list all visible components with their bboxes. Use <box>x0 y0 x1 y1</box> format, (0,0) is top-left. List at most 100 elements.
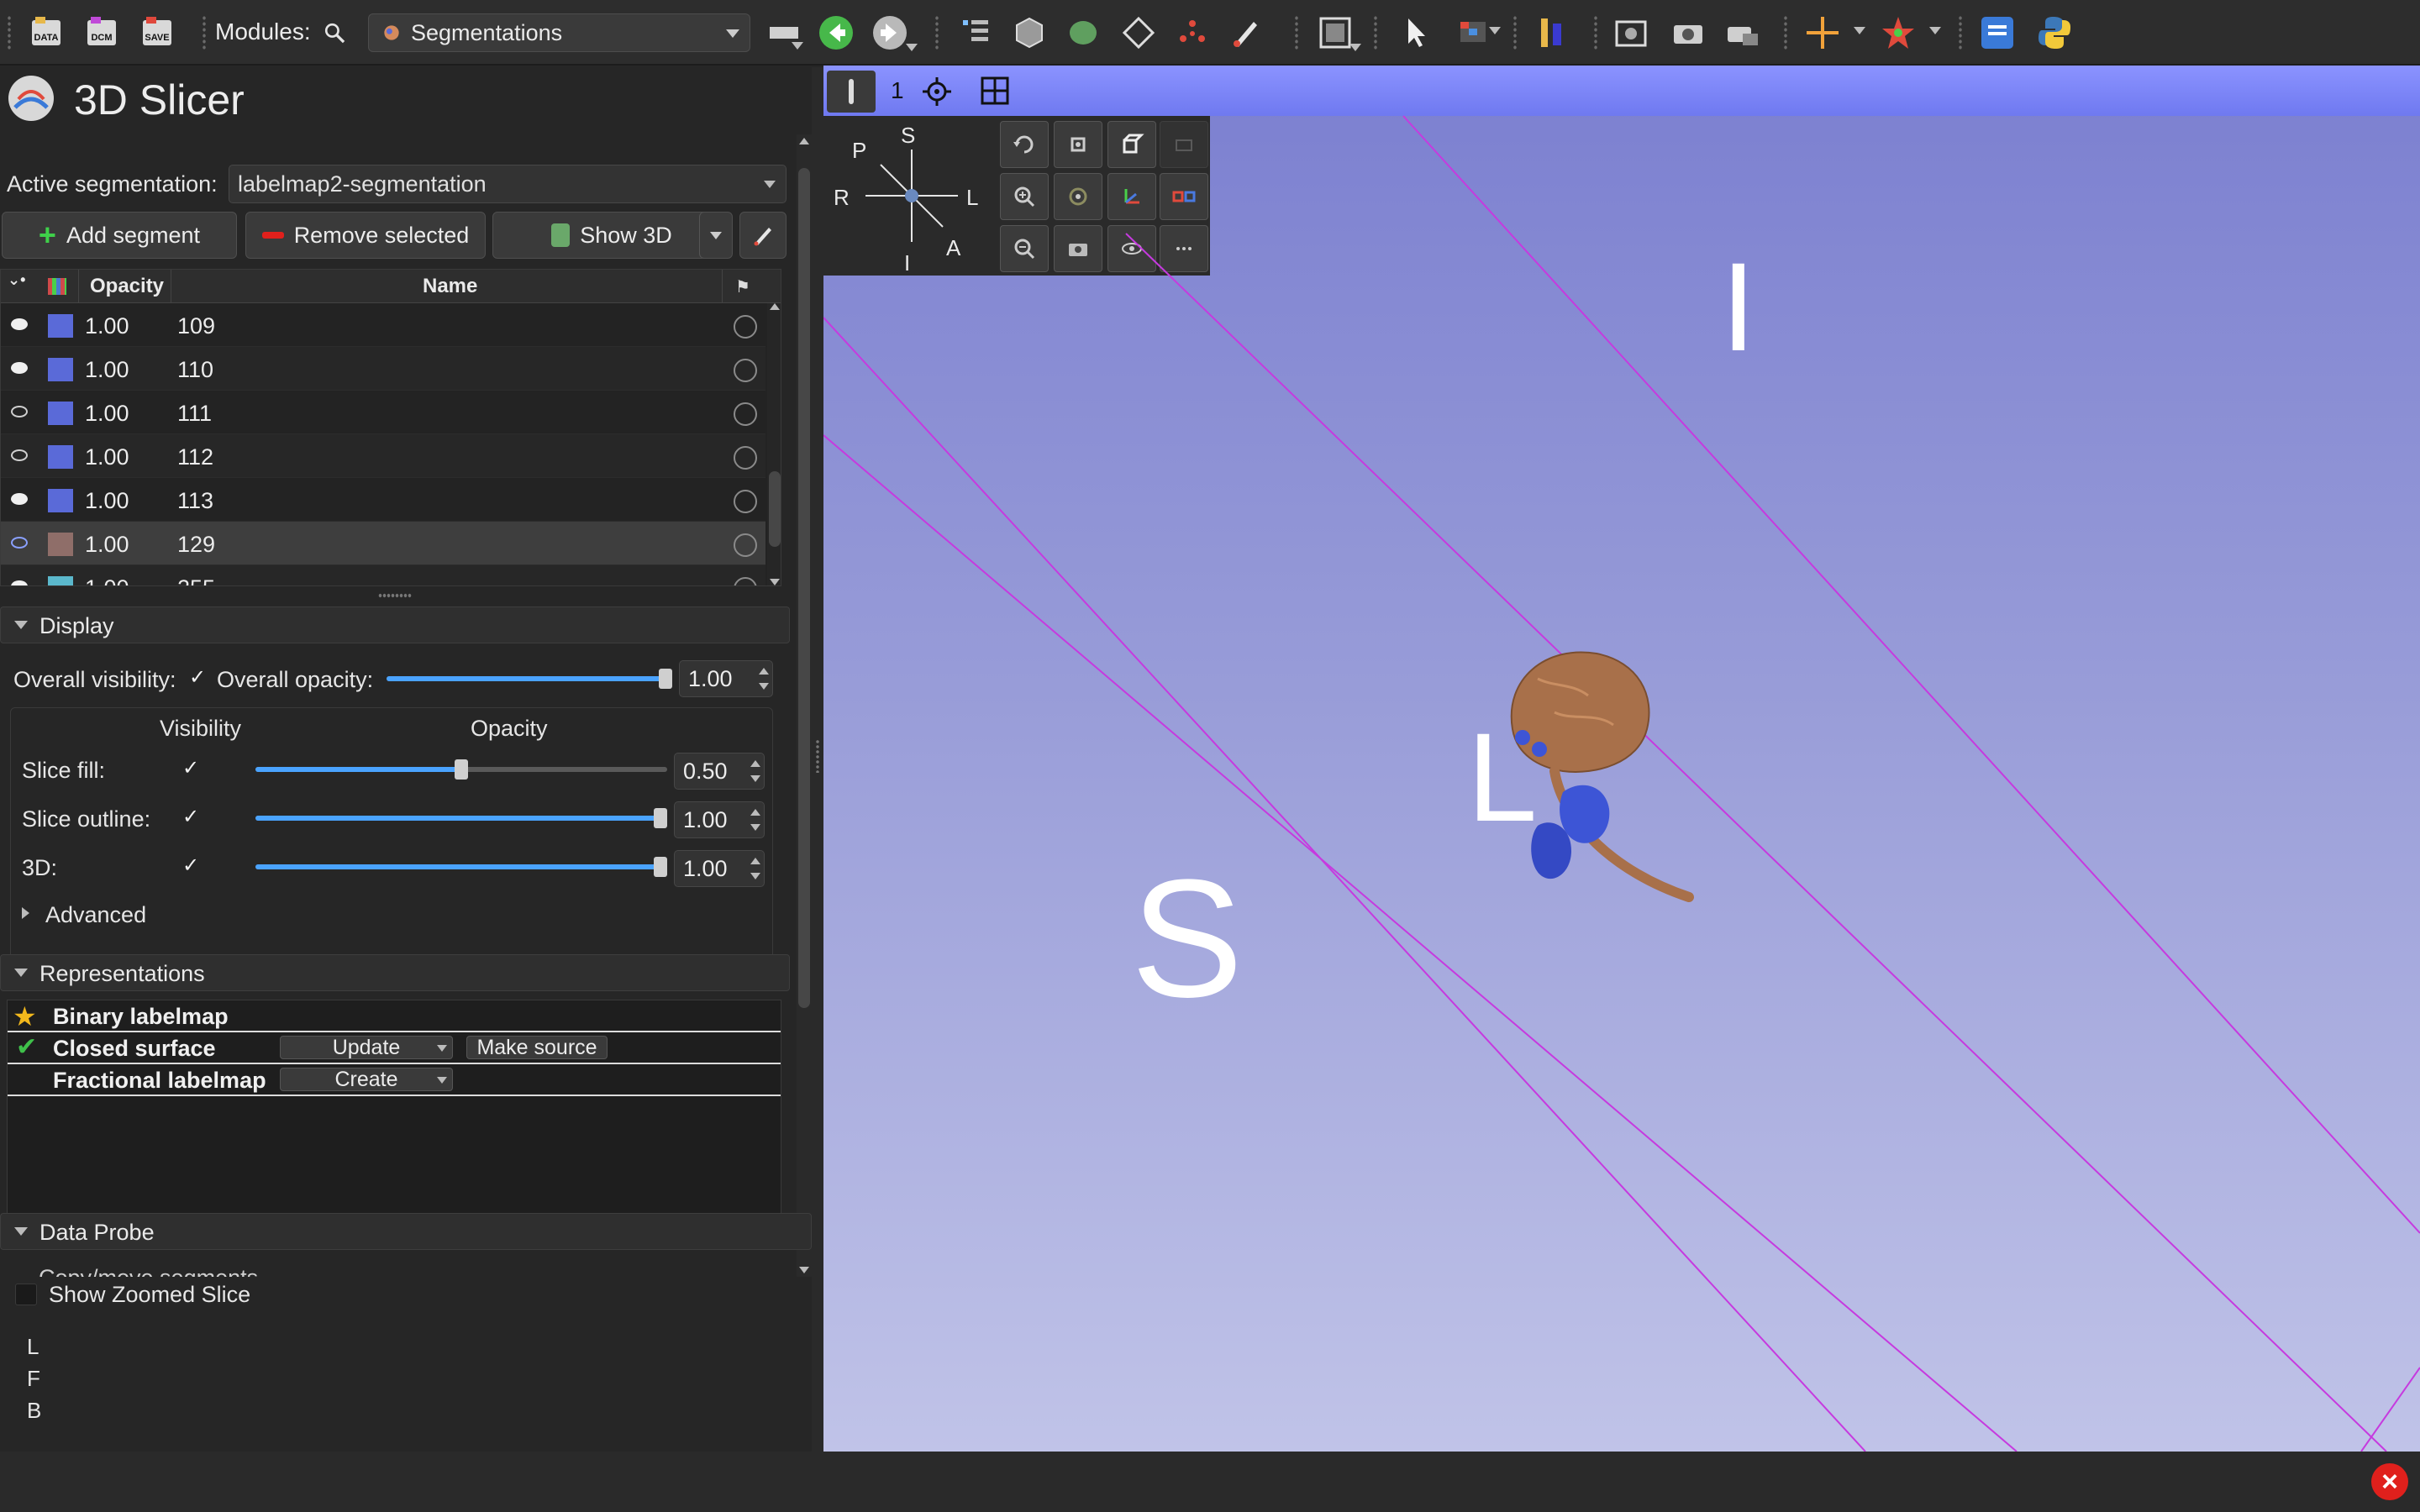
toolbar-grip[interactable] <box>1593 15 1598 50</box>
data-module-button[interactable] <box>955 12 997 54</box>
toolbar-grip[interactable] <box>1958 15 1963 50</box>
segment-status-icon[interactable] <box>734 402 757 426</box>
representations-section-header[interactable]: Representations <box>0 954 790 991</box>
spin-down-icon[interactable] <box>750 873 760 879</box>
data-probe-section-header[interactable]: Data Probe <box>0 1213 812 1250</box>
slice-fill-spinbox[interactable]: 0.50 <box>674 753 765 790</box>
overall-visibility-checkbox[interactable]: ✓ <box>187 667 208 689</box>
scroll-down-icon[interactable] <box>770 579 780 585</box>
flag-icon[interactable]: ⚑ <box>735 276 750 297</box>
segment-status-icon[interactable] <box>734 315 757 339</box>
toolbar-grip[interactable] <box>1294 15 1299 50</box>
models-module-button[interactable] <box>1062 12 1104 54</box>
update-button[interactable]: Update <box>280 1036 453 1059</box>
segment-status-icon[interactable] <box>734 359 757 382</box>
fiducial-place-button[interactable] <box>1877 12 1919 54</box>
segment-name[interactable]: 111 <box>177 401 212 427</box>
toolbar-grip[interactable] <box>934 15 939 50</box>
eye-open-icon[interactable] <box>11 493 28 505</box>
3d-view[interactable]: 1 S P R L A I I L S <box>823 66 2420 1452</box>
show-3d-dropdown[interactable] <box>699 212 733 259</box>
module-selector[interactable]: Segmentations <box>368 13 750 52</box>
name-column-header[interactable]: Name <box>423 275 477 298</box>
spin-up-icon[interactable] <box>750 760 760 767</box>
chevron-down-icon[interactable] <box>1854 27 1865 34</box>
chevron-down-icon[interactable] <box>1349 44 1361 51</box>
scroll-up-icon[interactable] <box>799 138 809 144</box>
window-level-button[interactable] <box>1452 12 1494 54</box>
display-section-header[interactable]: Display <box>0 606 790 643</box>
segment-status-icon[interactable] <box>734 533 757 557</box>
show-zoomed-slice-checkbox[interactable] <box>15 1284 37 1305</box>
segment-name[interactable]: 113 <box>177 488 213 514</box>
slider-knob[interactable] <box>659 669 672 689</box>
spin-down-icon[interactable] <box>750 824 760 831</box>
mouse-mode-select[interactable] <box>1395 12 1437 54</box>
slice-outline-opacity-slider[interactable] <box>255 808 667 828</box>
segment-opacity[interactable]: 1.00 <box>85 532 129 558</box>
fractional-labelmap-row[interactable]: Fractional labelmap Create <box>8 1064 781 1096</box>
chevron-right-icon[interactable] <box>22 907 29 919</box>
copy-move-section-header[interactable]: Copy/move segments <box>0 1258 790 1277</box>
segment-row[interactable]: 1.00 112 <box>1 434 765 478</box>
segmentation-3d-model[interactable] <box>1445 628 1731 981</box>
advanced-toggle[interactable]: Advanced <box>45 902 146 928</box>
segment-name[interactable]: 255 <box>177 575 215 585</box>
toolbar-grip[interactable] <box>1512 15 1518 50</box>
segment-opacity[interactable]: 1.00 <box>85 357 129 383</box>
active-segmentation-select[interactable]: labelmap2-segmentation <box>229 165 786 203</box>
show-3d-button[interactable]: Show 3D <box>492 212 731 259</box>
3d-visibility-checkbox[interactable]: ✓ <box>180 855 202 877</box>
overall-opacity-slider[interactable] <box>387 669 672 689</box>
back-button[interactable] <box>815 12 857 54</box>
slice-fill-opacity-slider[interactable] <box>255 759 667 780</box>
segment-color-swatch[interactable] <box>48 445 73 469</box>
slice-outline-visibility-checkbox[interactable]: ✓ <box>180 806 202 828</box>
visibility-column-icon[interactable]: ⌄• <box>8 271 25 289</box>
segment-opacity[interactable]: 1.00 <box>85 313 129 339</box>
segment-opacity[interactable]: 1.00 <box>85 444 129 470</box>
spin-up-icon[interactable] <box>750 809 760 816</box>
eye-closed-icon[interactable] <box>11 537 28 549</box>
scroll-down-icon[interactable] <box>799 1267 809 1273</box>
segment-opacity[interactable]: 1.00 <box>85 575 129 585</box>
spin-down-icon[interactable] <box>750 775 760 782</box>
chevron-down-icon[interactable] <box>1489 27 1501 34</box>
segment-color-swatch[interactable] <box>48 533 73 556</box>
segment-color-swatch[interactable] <box>48 576 73 585</box>
forward-button[interactable] <box>869 12 911 54</box>
create-button[interactable]: Create <box>280 1068 453 1091</box>
eye-open-icon[interactable] <box>11 580 28 585</box>
segment-color-swatch[interactable] <box>48 489 73 512</box>
scrollbar-thumb[interactable] <box>798 168 810 1008</box>
load-data-button[interactable]: DATA <box>25 12 67 54</box>
chevron-down-icon[interactable] <box>1929 27 1941 34</box>
segment-name[interactable]: 109 <box>177 313 215 339</box>
overall-opacity-spinbox[interactable]: 1.00 <box>679 660 773 697</box>
segment-status-icon[interactable] <box>734 446 757 470</box>
segment-row[interactable]: 1.00 255 <box>1 565 765 585</box>
slice-fill-visibility-checkbox[interactable]: ✓ <box>180 758 202 780</box>
close-error-button[interactable]: × <box>2371 1463 2408 1500</box>
toolbar-grip[interactable] <box>1783 15 1788 50</box>
add-segment-button[interactable]: + Add segment <box>2 212 237 259</box>
toolbar-grip[interactable] <box>7 15 12 50</box>
segment-status-icon[interactable] <box>734 490 757 513</box>
extensions-manager-button[interactable] <box>1976 12 2018 54</box>
segment-opacity[interactable]: 1.00 <box>85 488 129 514</box>
spin-up-icon[interactable] <box>750 858 760 864</box>
closed-surface-row[interactable]: ✔ Closed surface Update Make source <box>8 1032 781 1064</box>
dicom-button[interactable]: DCM <box>81 12 123 54</box>
make-source-button[interactable]: Make source <box>466 1036 608 1059</box>
3d-opacity-slider[interactable] <box>255 857 667 877</box>
scene-views-list-button[interactable] <box>1723 12 1765 54</box>
segment-editor-link-button[interactable] <box>739 212 786 259</box>
segment-row[interactable]: 1.00 113 <box>1 478 765 522</box>
remove-selected-button[interactable]: Remove selected <box>245 212 486 259</box>
slider-knob[interactable] <box>455 759 468 780</box>
segment-color-swatch[interactable] <box>48 358 73 381</box>
python-console-button[interactable] <box>2033 12 2075 54</box>
eye-closed-icon[interactable] <box>11 406 28 417</box>
segment-row[interactable]: 1.00 109 <box>1 303 765 347</box>
segment-status-icon[interactable] <box>734 577 757 585</box>
